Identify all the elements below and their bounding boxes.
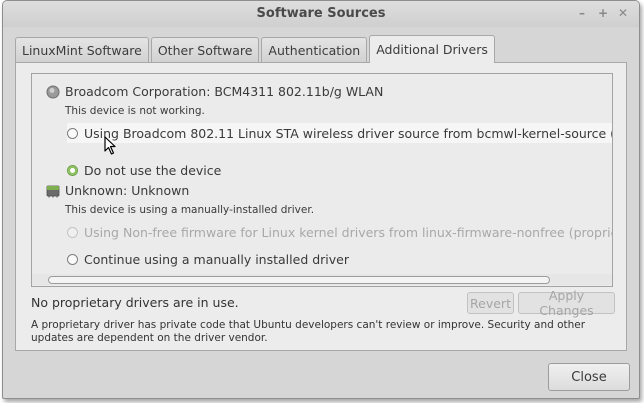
- tab-additional-drivers[interactable]: Additional Drivers: [369, 35, 495, 63]
- software-sources-window: Software Sources – + ✕ LinuxMint Softwar…: [2, 0, 640, 399]
- title-bar[interactable]: Software Sources – + ✕: [3, 1, 639, 27]
- close-button[interactable]: Close: [548, 363, 630, 391]
- proprietary-driver-note: A proprietary driver has private code th…: [31, 319, 586, 344]
- wireless-device-icon: [46, 85, 60, 99]
- radio-button[interactable]: [67, 127, 78, 139]
- horizontal-scrollbar-thumb[interactable]: [48, 276, 550, 284]
- radio-label: Using Broadcom 802.11 Linux STA wireless…: [84, 125, 613, 141]
- driver-list[interactable]: Broadcom Corporation: BCM4311 802.11b/g …: [31, 73, 613, 287]
- tab-authentication[interactable]: Authentication: [261, 37, 368, 62]
- tab-linuxmint-software[interactable]: LinuxMint Software: [15, 37, 149, 62]
- additional-drivers-panel: Broadcom Corporation: BCM4311 802.11b/g …: [15, 62, 627, 351]
- apply-changes-button[interactable]: Apply Changes: [518, 288, 615, 318]
- radio-button[interactable]: [67, 253, 78, 265]
- mouse-cursor-icon: [104, 136, 116, 155]
- window-title: Software Sources: [256, 6, 386, 21]
- revert-button[interactable]: Revert: [467, 292, 514, 314]
- radio-button-selected[interactable]: [67, 164, 78, 176]
- radio-label: Do not use the device: [84, 162, 222, 178]
- maximize-button[interactable]: +: [595, 5, 611, 21]
- radio-option-broadcom-sta[interactable]: Using Broadcom 802.11 Linux STA wireless…: [67, 123, 613, 143]
- minimize-button[interactable]: –: [574, 5, 590, 21]
- device-name-broadcom: Broadcom Corporation: BCM4311 802.11b/g …: [65, 84, 384, 99]
- radio-option-do-not-use[interactable]: Do not use the device: [67, 160, 612, 180]
- device-name-unknown: Unknown: Unknown: [65, 183, 190, 198]
- device-status-unknown: This device is using a manually-installe…: [65, 204, 315, 216]
- close-window-button[interactable]: ✕: [615, 5, 631, 21]
- device-status-broadcom: This device is not working.: [65, 105, 205, 117]
- driver-status-text: No proprietary drivers are in use.: [31, 295, 239, 310]
- horizontal-scrollbar[interactable]: [32, 274, 612, 285]
- tab-other-software[interactable]: Other Software: [150, 37, 260, 62]
- radio-option-manual-driver[interactable]: Continue using a manually installed driv…: [67, 249, 612, 269]
- radio-button-disabled: [67, 226, 78, 238]
- radio-option-nonfree-firmware: Using Non-free firmware for Linux kernel…: [67, 222, 613, 242]
- radio-label: Continue using a manually installed driv…: [84, 251, 349, 267]
- tab-bar: LinuxMint Software Other Software Authen…: [15, 35, 497, 63]
- radio-label: Using Non-free firmware for Linux kernel…: [84, 224, 613, 240]
- hardware-chip-icon: [46, 185, 60, 198]
